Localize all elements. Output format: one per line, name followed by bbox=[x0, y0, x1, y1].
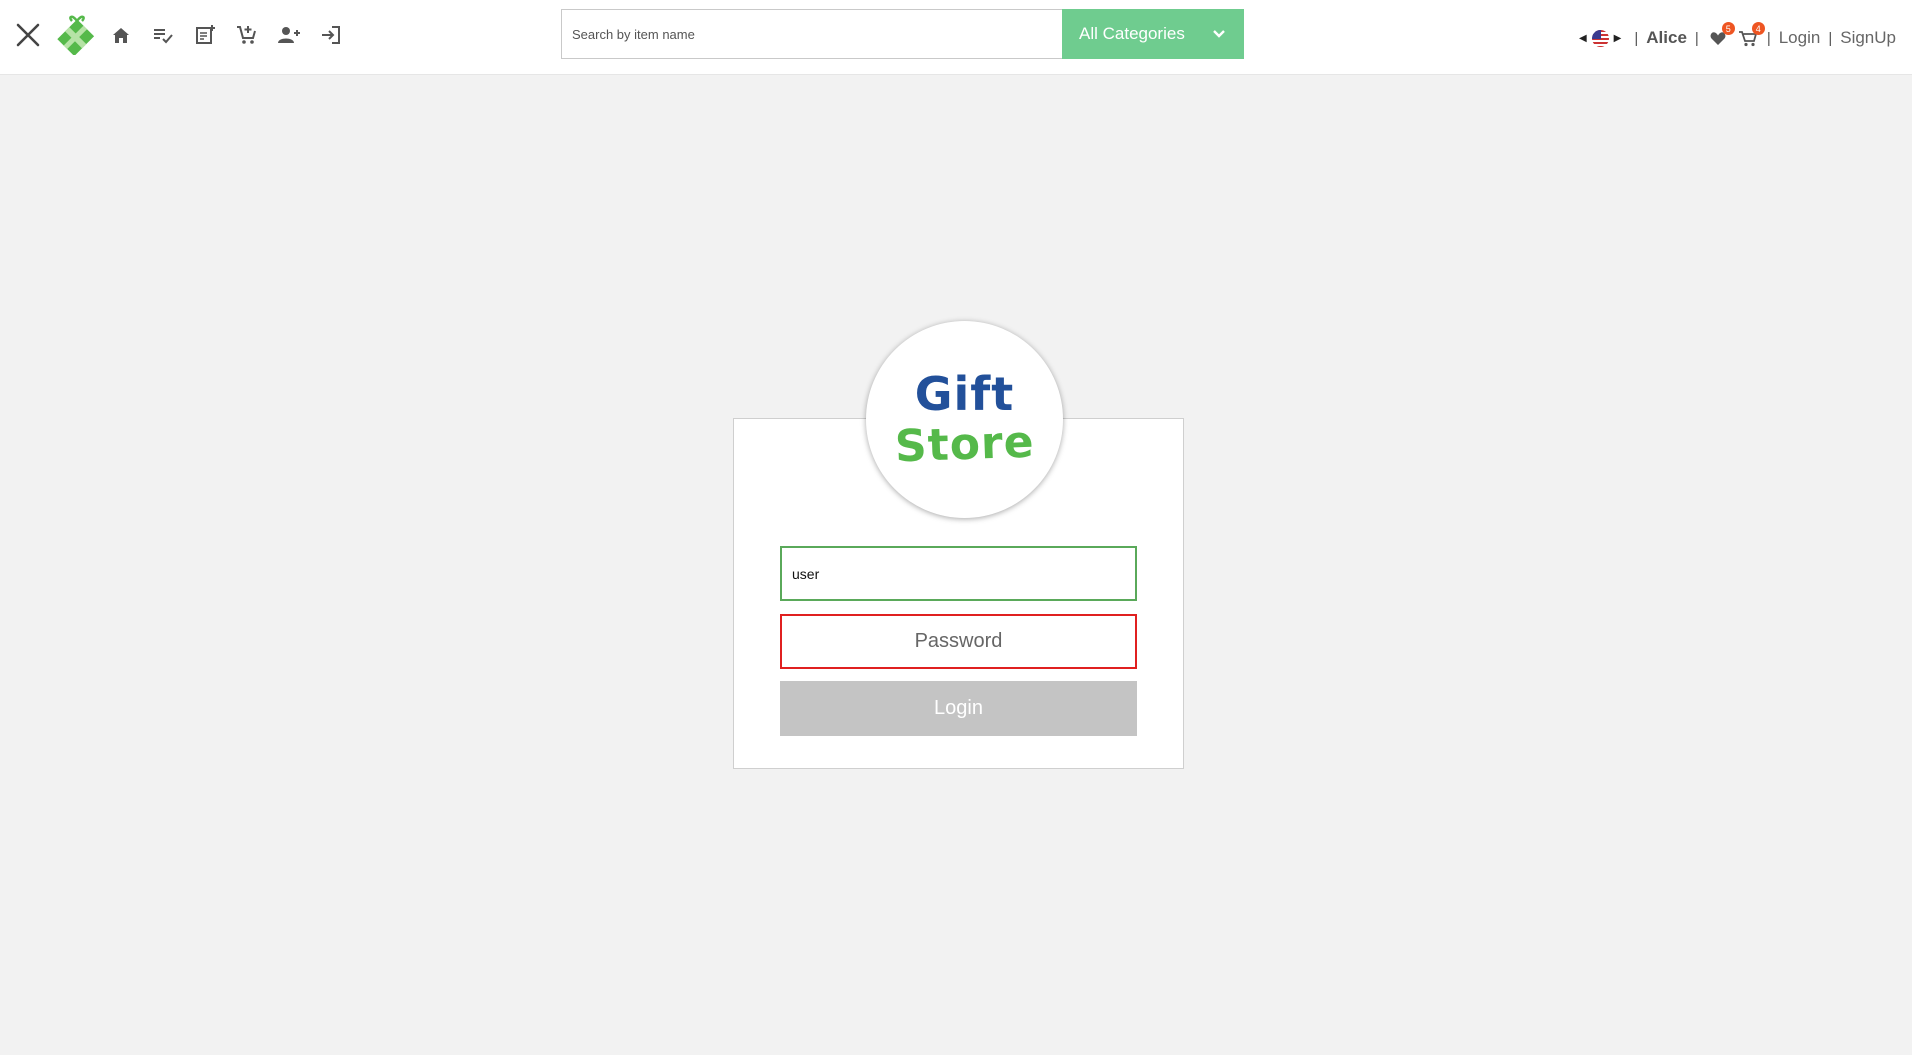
wishlist-count-badge: 5 bbox=[1721, 22, 1735, 35]
logo-text-store: Store bbox=[893, 416, 1036, 472]
close-icon[interactable] bbox=[13, 20, 43, 50]
search-input[interactable] bbox=[562, 10, 1062, 58]
language-prev-icon[interactable]: ◀ bbox=[1579, 33, 1587, 44]
search-bar: All Categories bbox=[561, 9, 1244, 59]
wishlist-button[interactable]: 5 bbox=[1707, 22, 1735, 49]
cart-button[interactable]: 4 bbox=[1737, 22, 1765, 49]
header-signup-link[interactable]: SignUp bbox=[1840, 28, 1896, 48]
cart-count-badge: 4 bbox=[1751, 22, 1765, 35]
logo-text-gift: Gift bbox=[914, 366, 1015, 421]
header-login-link[interactable]: Login bbox=[1779, 28, 1821, 48]
sign-in-icon[interactable] bbox=[316, 20, 346, 50]
separator: | bbox=[1828, 29, 1833, 47]
us-flag-icon[interactable] bbox=[1591, 29, 1609, 47]
separator: | bbox=[1694, 29, 1699, 47]
user-name[interactable]: Alice bbox=[1646, 28, 1687, 48]
category-select-label: All Categories bbox=[1079, 24, 1185, 43]
list-check-icon[interactable] bbox=[148, 20, 178, 50]
category-select[interactable]: All Categories bbox=[1062, 9, 1244, 59]
add-user-icon[interactable] bbox=[274, 20, 304, 50]
separator: | bbox=[1766, 29, 1771, 47]
add-note-icon[interactable] bbox=[190, 20, 220, 50]
header-user-area: ◀ ▶ | Alice | 5 4 | Login | SignUp bbox=[1574, 22, 1896, 52]
chevron-down-icon bbox=[1212, 24, 1226, 44]
add-to-cart-icon[interactable] bbox=[232, 20, 262, 50]
top-navigation-bar: All Categories ◀ ▶ | Alice | 5 4 | Login… bbox=[0, 0, 1912, 75]
home-icon[interactable] bbox=[106, 20, 136, 50]
language-next-icon[interactable]: ▶ bbox=[1614, 33, 1622, 44]
gift-logo-icon[interactable] bbox=[55, 11, 95, 55]
password-input[interactable] bbox=[780, 614, 1137, 669]
store-logo: Gift Store bbox=[866, 321, 1063, 518]
username-input[interactable] bbox=[780, 546, 1137, 601]
login-button[interactable]: Login bbox=[780, 681, 1137, 736]
separator: | bbox=[1634, 29, 1639, 47]
